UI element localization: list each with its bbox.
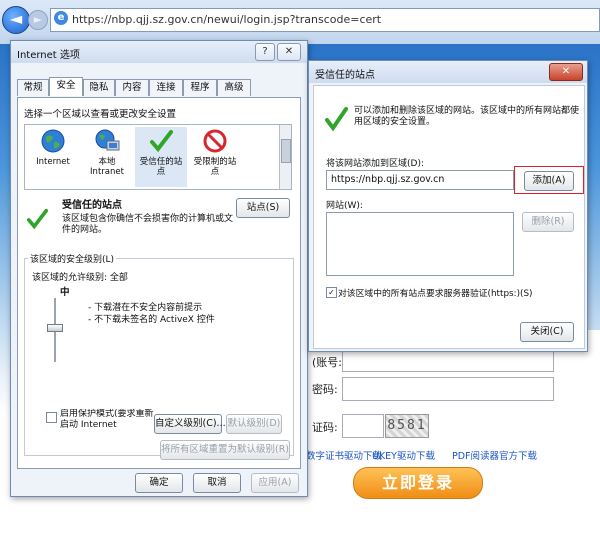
protected-mode-label: 启用保护模式(要求重新 启动 Internet	[60, 409, 154, 430]
internet-options-dialog: Internet 选项 ? ✕ 常规 安全 隐私 内容 连接 程序 高级 选择一…	[10, 40, 308, 497]
tab-programs[interactable]: 程序	[183, 79, 217, 96]
add-site-input[interactable]: https://nbp.qjj.sz.gov.cn	[326, 170, 514, 190]
add-button[interactable]: 添加(A)	[524, 171, 574, 191]
account-label: (账号:	[312, 356, 342, 369]
internet-options-titlebar: Internet 选项 ? ✕	[11, 41, 307, 63]
scrollbar-thumb[interactable]	[281, 139, 291, 163]
tab-security[interactable]: 安全	[49, 77, 83, 96]
tab-privacy[interactable]: 隐私	[83, 79, 115, 96]
ukey-driver-download-link[interactable]: UKEY驱动下载	[372, 448, 435, 462]
protected-mode-checkbox[interactable]	[46, 412, 57, 423]
login-button[interactable]: 立即登录	[353, 467, 483, 499]
zone-title: 受信任的站点	[62, 200, 122, 211]
trusted-sites-check-icon	[325, 107, 348, 132]
trusted-sites-info: 可以添加和删除该区域的网站。该区域中的所有网站都使 用区域的安全设置。	[354, 106, 580, 127]
restricted-icon	[203, 129, 227, 153]
zone-intranet[interactable]: 本地 Intranet	[81, 127, 133, 187]
default-level-button[interactable]: 默认级别(D)	[226, 414, 282, 434]
add-site-label: 将该网站添加到区域(D):	[326, 159, 424, 169]
zone-intranet-label: 本地 Intranet	[90, 157, 124, 177]
trusted-sites-dialog: 受信任的站点 ✕ 可以添加和删除该区域的网站。该区域中的所有网站都使 用区域的安…	[308, 60, 588, 352]
captcha-label: 证码:	[312, 421, 338, 434]
globe-icon	[41, 129, 65, 153]
security-level-group-label: 该区域的安全级别(L)	[28, 252, 117, 265]
custom-level-button[interactable]: 自定义级别(C)...	[154, 414, 226, 434]
sites-button[interactable]: 站点(S)	[236, 198, 290, 218]
allowed-levels-text: 该区域的允许级别: 全部	[32, 273, 128, 283]
remove-button[interactable]: 删除(R)	[522, 212, 574, 232]
forward-button[interactable]: ►	[28, 10, 48, 30]
account-input[interactable]	[342, 350, 554, 372]
cancel-button[interactable]: 取消	[193, 473, 241, 493]
zone-restricted-sites-label: 受限制的站 点	[193, 157, 237, 177]
pdf-reader-download-link[interactable]: PDF阅读器官方下载	[452, 448, 537, 462]
close-icon[interactable]: ✕	[549, 63, 583, 81]
ie-page-icon: e	[54, 11, 68, 25]
captcha-image[interactable]: 8581	[385, 414, 429, 438]
tab-connections[interactable]: 连接	[149, 79, 183, 96]
tab-general[interactable]: 常规	[17, 79, 49, 96]
tab-strip: 常规 安全 隐私 内容 连接 程序 高级	[17, 77, 301, 97]
level-note-2: - 不下载未签名的 ActiveX 控件	[88, 315, 215, 325]
back-button[interactable]: ◄	[2, 6, 30, 34]
help-button[interactable]: ?	[255, 43, 275, 61]
add-site-input-value: https://nbp.qjj.sz.gov.cn	[331, 174, 445, 185]
dialog-title: Internet 选项	[17, 50, 80, 61]
reset-all-zones-button[interactable]: 将所有区域重置为默认级别(R)	[160, 440, 290, 460]
require-https-checkbox[interactable]: ✓	[326, 287, 337, 298]
tab-advanced[interactable]: 高级	[217, 79, 251, 96]
password-label: 密码:	[312, 383, 338, 396]
close-dialog-button[interactable]: 关闭(C)	[520, 322, 574, 342]
apply-button[interactable]: 应用(A)	[251, 473, 299, 493]
zone-prompt: 选择一个区域以查看或更改安全设置	[24, 109, 177, 120]
zone-internet[interactable]: Internet	[27, 127, 79, 187]
trusted-sites-titlebar: 受信任的站点 ✕	[309, 61, 587, 83]
require-https-label: 对该区域中的所有站点要求服务器验证(https:)(S)	[338, 289, 533, 299]
zone-list: Internet 本地 Intranet 受信任的站 点 受限制的站 点	[24, 124, 292, 190]
trusted-sites-title: 受信任的站点	[315, 70, 375, 81]
password-input[interactable]	[342, 377, 554, 401]
zone-trusted-sites-label: 受信任的站 点	[139, 157, 183, 177]
current-level: 中	[60, 287, 70, 298]
checkmark-icon	[150, 130, 173, 153]
security-level-slider-thumb[interactable]	[47, 324, 63, 332]
zone-internet-label: Internet	[36, 157, 70, 167]
security-tab-panel: 选择一个区域以查看或更改安全设置 Internet 本地 Intranet 受信…	[17, 97, 301, 469]
ok-button[interactable]: 确定	[135, 473, 183, 493]
websites-list[interactable]	[326, 212, 514, 276]
websites-label: 网站(W):	[326, 201, 363, 211]
trusted-sites-body: 可以添加和删除该区域的网站。该区域中的所有网站都使 用区域的安全设置。 将该网站…	[313, 85, 585, 349]
intranet-icon	[95, 129, 120, 151]
captcha-input[interactable]	[342, 414, 384, 438]
trusted-check-icon	[26, 208, 48, 230]
tab-content[interactable]: 内容	[115, 79, 149, 96]
zone-description: 该区域包含你确信不会损害你的计算机或文 件的网站。	[62, 214, 234, 235]
cert-driver-download-link[interactable]: 数字证书驱动下载	[306, 448, 382, 462]
address-bar-url[interactable]: https://nbp.qjj.sz.gov.cn/newui/login.js…	[72, 13, 381, 26]
zone-trusted-sites[interactable]: 受信任的站 点	[135, 127, 187, 187]
zone-list-scrollbar[interactable]	[279, 125, 291, 189]
close-icon[interactable]: ✕	[277, 43, 301, 61]
zone-restricted-sites[interactable]: 受限制的站 点	[189, 127, 241, 187]
